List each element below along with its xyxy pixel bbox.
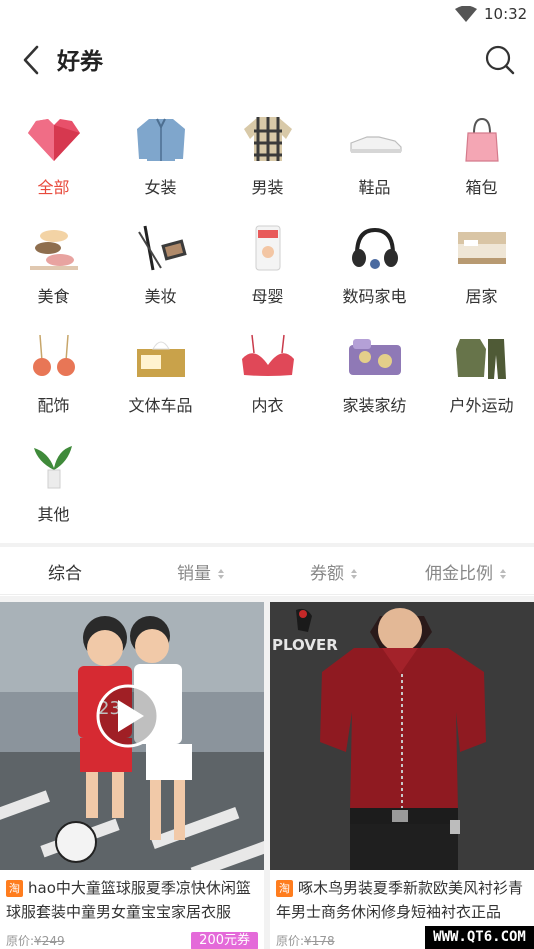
category-underwear[interactable]: 内衣 (214, 323, 321, 432)
category-accessories[interactable]: 配饰 (0, 323, 107, 432)
category-home-textile[interactable]: 家装家纺 (321, 323, 428, 432)
sort-comprehensive[interactable]: 综合 (48, 559, 82, 584)
price-value: 178 (311, 934, 335, 948)
category-label: 全部 (37, 178, 70, 197)
category-men[interactable]: 男装 (214, 105, 321, 214)
category-bags[interactable]: 箱包 (428, 105, 534, 214)
product-title-text: hao中大童篮球服夏季凉快休闲篮球服套装中童男女童宝宝家居衣服 (6, 879, 251, 921)
handbag-icon (464, 117, 499, 162)
original-price: 原价:¥178 (276, 932, 335, 949)
category-label: 鞋品 (358, 178, 391, 197)
tissue-box-icon (136, 341, 185, 377)
category-label: 其他 (37, 505, 70, 524)
bra-icon (241, 334, 294, 376)
coupon-badge[interactable]: 200元券 (191, 932, 258, 949)
product-image[interactable]: 23 (0, 602, 264, 870)
bedding-icon (348, 339, 401, 375)
macaron-icon (29, 230, 78, 270)
product-card[interactable]: PLOVER 淘啄木鸟男装夏季新款欧美风衬衫青年男士商务休闲修身短袖衬衣正品 原… (270, 602, 534, 949)
category-label: 美食 (37, 287, 70, 306)
kids-basketball-photo: 23 (0, 602, 264, 870)
back-icon[interactable] (18, 44, 46, 76)
product-image[interactable]: PLOVER (270, 602, 534, 870)
potted-plant-icon (33, 446, 72, 489)
category-home[interactable]: 居家 (428, 214, 534, 323)
bed-icon (457, 232, 506, 264)
search-icon[interactable] (484, 44, 516, 76)
category-stationery-auto[interactable]: 文体车品 (107, 323, 214, 432)
price-value: 249 (41, 934, 65, 948)
category-makeup[interactable]: 美妆 (107, 214, 214, 323)
plaid-shirt-icon (243, 117, 292, 161)
category-women[interactable]: 女装 (107, 105, 214, 214)
category-all[interactable]: 全部 (0, 105, 107, 214)
category-other[interactable]: 其他 (0, 432, 107, 541)
status-bar: 10:32 (0, 0, 534, 30)
sort-label: 券额 (310, 564, 344, 584)
makeup-icon (137, 225, 187, 271)
denim-jacket-icon (136, 118, 185, 161)
currency: ¥ (304, 934, 312, 948)
price-label: 原价: (6, 934, 35, 948)
sort-arrows-icon (500, 569, 507, 579)
watermark: WWW.QT6.COM (425, 926, 534, 949)
sort-label: 佣金比例 (425, 564, 493, 584)
currency: ¥ (34, 934, 42, 948)
wifi-icon (455, 6, 477, 22)
category-label: 美妆 (144, 287, 177, 306)
product-title[interactable]: 淘 hao中大童篮球服夏季凉快休闲篮球服套装中童男女童宝宝家居衣服 (6, 876, 260, 924)
category-digital[interactable]: 数码家电 (321, 214, 428, 323)
category-label: 箱包 (465, 178, 498, 197)
sort-commission-rate[interactable]: 佣金比例 (425, 559, 507, 584)
original-price: 原价:¥249 (6, 932, 65, 949)
diaper-pack-icon (255, 225, 280, 271)
sort-label: 综合 (48, 564, 82, 584)
category-label: 配饰 (37, 396, 70, 415)
red-shirt-photo: PLOVER (270, 602, 534, 870)
sort-coupon-amount[interactable]: 券额 (310, 559, 358, 584)
product-title-text: 啄木鸟男装夏季新款欧美风衬衫青年男士商务休闲修身短袖衬衣正品 (276, 879, 524, 921)
header: 好券 (0, 30, 534, 90)
category-label: 户外运动 (449, 396, 514, 415)
category-label: 女装 (144, 178, 177, 197)
sort-arrows-icon (218, 569, 225, 579)
brand-logo-text: PLOVER (272, 636, 338, 654)
category-label: 居家 (465, 287, 498, 306)
sort-arrows-icon (351, 569, 358, 579)
category-label: 男装 (251, 178, 284, 197)
taobao-badge: 淘 (6, 880, 23, 897)
category-label: 母婴 (251, 287, 284, 306)
category-baby[interactable]: 母婴 (214, 214, 321, 323)
category-label: 数码家电 (342, 287, 407, 306)
taobao-badge: 淘 (276, 880, 293, 897)
sort-sales[interactable]: 销量 (177, 559, 225, 584)
category-label: 家装家纺 (342, 396, 407, 415)
category-label: 文体车品 (128, 396, 193, 415)
heart-icon (27, 119, 80, 161)
page-title: 好券 (57, 49, 103, 75)
category-food[interactable]: 美食 (0, 214, 107, 323)
earrings-icon (32, 334, 75, 376)
price-label: 原价: (276, 934, 305, 948)
outdoor-jacket-icon (455, 339, 506, 379)
category-shoes[interactable]: 鞋品 (321, 105, 428, 214)
product-title[interactable]: 淘啄木鸟男装夏季新款欧美风衬衫青年男士商务休闲修身短袖衬衣正品 (276, 876, 530, 924)
sneaker-icon (349, 136, 402, 153)
sort-label: 销量 (177, 564, 211, 584)
headphones-icon (351, 227, 398, 269)
sort-bar: 综合 销量 券额 佣金比例 (0, 547, 534, 595)
category-label: 内衣 (251, 396, 284, 415)
status-time: 10:32 (484, 5, 528, 23)
category-outdoor[interactable]: 户外运动 (428, 323, 534, 432)
product-card[interactable]: 23 淘hao中大童篮球服夏季凉快休闲篮球服套装中童男女童宝宝家居衣服 原价:¥… (0, 602, 264, 949)
